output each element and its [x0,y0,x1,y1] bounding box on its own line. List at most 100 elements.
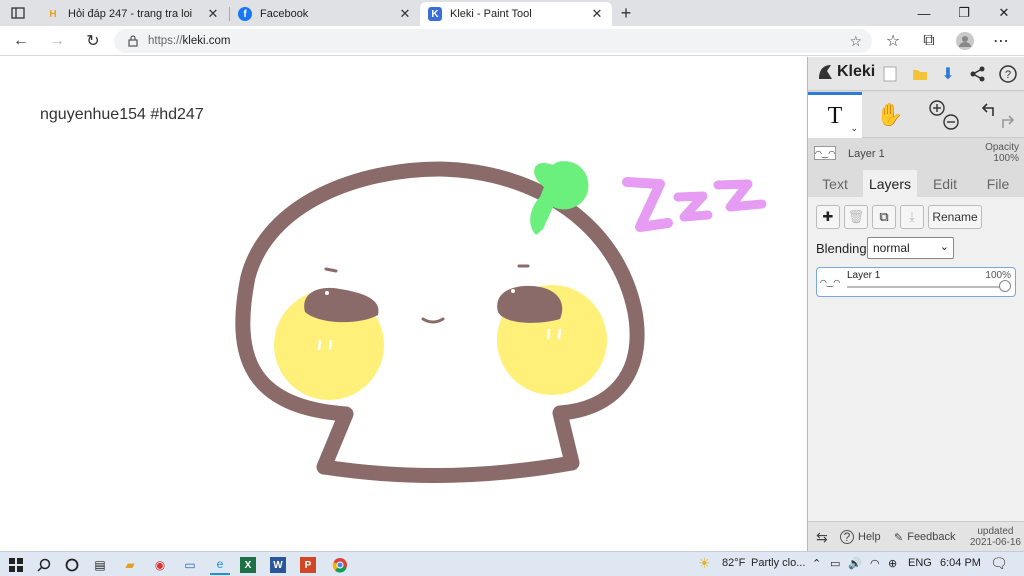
language-icon[interactable]: ⊕ [888,557,897,570]
close-window-icon[interactable]: ✕ [984,0,1024,26]
file-explorer-icon[interactable]: ▰ [120,555,140,575]
delete-layer-button[interactable]: 🗑 [844,205,868,229]
add-layer-button[interactable]: ✚ [816,205,840,229]
share-icon[interactable] [968,64,988,84]
task-view-icon[interactable]: ▤ [90,555,110,575]
notification-icon[interactable]: 🗨 [990,555,1008,572]
tab-title: Hỏi đáp 247 - trang tra loi [68,8,193,20]
left-brow [324,267,338,273]
close-icon[interactable]: ✕ [398,6,412,21]
plus-icon: ✚ [822,209,834,224]
close-icon[interactable]: ✕ [590,6,604,21]
search-icon[interactable] [34,555,54,575]
help-button[interactable]: ? Help [840,522,881,552]
undo-redo-tool[interactable] [972,92,1024,138]
lock-icon[interactable] [126,34,140,48]
zoom-tool[interactable] [918,92,970,138]
minimize-icon[interactable]: — [904,0,944,26]
pen-icon: ✎ [894,531,904,544]
tab-file[interactable]: File [971,170,1024,197]
maximize-icon[interactable]: ❐ [944,0,984,26]
download-icon[interactable]: ⬇ [938,64,958,84]
left-eye-highlight [325,291,329,295]
favorite-star-icon[interactable]: ☆ [849,33,862,50]
help-icon[interactable]: ? [998,64,1018,84]
drawing-artwork [235,161,767,483]
new-tab-button[interactable]: + [616,3,636,23]
collections-icon[interactable]: ⧉ [918,30,940,52]
text-tool[interactable]: T ⌄ [808,92,862,138]
clock[interactable]: 6:04 PM [940,557,981,569]
favorites-icon[interactable]: ☆ [882,30,904,52]
rename-layer-button[interactable]: Rename [928,205,982,229]
tab-layers[interactable]: Layers [863,170,917,197]
tab-actions-icon[interactable] [8,4,28,22]
layer-thumbnail: ◠‿◠ [814,146,836,160]
current-layer-row[interactable]: ◠‿◠ Layer 1 Opacity 100% [808,140,1024,168]
back-icon[interactable]: ← [10,30,32,52]
layer-thumbnail: ◠‿◠ [819,277,841,287]
blending-select[interactable]: normal ⌄ [867,237,954,259]
layer-opacity-slider[interactable] [847,286,1005,288]
cortana-icon[interactable] [62,555,82,575]
chevron-up-icon[interactable]: ⌃ [812,557,821,570]
weather-desc[interactable]: Partly clo... [751,557,805,569]
zoom-icons [929,100,959,130]
desktop-icon[interactable]: ▭ [180,555,200,575]
new-image-icon[interactable] [880,64,900,84]
edge-icon[interactable]: e [210,555,230,575]
drawing-canvas[interactable]: nguyenhue154 #hd247 [0,57,807,551]
kleki-logo-icon [819,65,832,79]
tab-facebook[interactable]: f Facebook ✕ [230,2,420,26]
slider-handle[interactable] [999,280,1011,292]
svg-text:?: ? [1005,69,1011,81]
layer-name: Layer 1 [847,270,881,281]
language-indicator[interactable]: ENG [908,557,932,569]
cheek-sparkle [328,339,333,351]
app-icon[interactable]: ◉ [150,555,170,575]
more-menu-icon[interactable]: ⋯ [990,30,1012,52]
layer-list-item[interactable]: ◠‿◠ Layer 1 100% [816,267,1016,297]
tab-strip: H Hỏi đáp 247 - trang tra loi ✕ f Facebo… [0,0,1024,26]
zzz-letter-3 [713,179,767,212]
address-bar[interactable]: https://kleki.com ☆ [114,29,872,53]
feedback-button[interactable]: ✎ Feedback [894,522,956,552]
right-eye-highlight [511,289,515,293]
tab-kleki[interactable]: K Kleki - Paint Tool ✕ [420,2,612,26]
current-layer-name: Layer 1 [848,148,885,160]
blending-value: normal [873,241,910,255]
panel-header: Kleki ⬇ ? [808,57,1024,91]
panel-footer: ⇆ ? Help ✎ Feedback updated 2021-06-16 [808,521,1024,551]
blending-label: Blending [816,241,867,256]
tab-hoidap247[interactable]: H Hỏi đáp 247 - trang tra loi ✕ [38,2,228,26]
address-toolbar: ← → ↻ https://kleki.com ☆ ☆ ⧉ ⋯ [0,26,1024,56]
excel-icon[interactable]: X [240,557,256,573]
profile-avatar[interactable] [954,30,976,52]
wifi-icon[interactable]: ◠ [870,557,880,570]
battery-icon[interactable]: ▭ [830,557,840,570]
start-windows-icon[interactable] [6,555,26,575]
hand-tool[interactable]: ✋ [864,92,916,138]
duplicate-layer-button[interactable]: ⧉ [872,205,896,229]
left-eye [304,287,379,323]
tab-text[interactable]: Text [808,170,862,197]
cheek-sparkle [546,328,551,340]
cheek-sparkle [317,339,322,351]
tab-edit[interactable]: Edit [918,170,972,197]
open-folder-icon[interactable] [910,64,930,84]
word-icon[interactable]: W [270,557,286,573]
weather-temp[interactable]: 82°F [722,557,745,569]
volume-icon[interactable]: 🔊 [848,557,862,570]
swap-side-icon[interactable]: ⇆ [816,522,828,552]
tool-bar: T ⌄ ✋ [808,92,1024,138]
duplicate-icon: ⧉ [879,209,889,224]
powerpoint-icon[interactable]: P [300,557,316,573]
chevron-down-icon[interactable]: ⌄ [850,123,858,134]
updated-info: updated 2021-06-16 [969,526,1021,548]
close-icon[interactable]: ✕ [206,6,220,21]
chrome-icon[interactable] [330,555,350,575]
refresh-icon[interactable]: ↻ [82,30,104,52]
weather-icon[interactable]: ☀ [698,555,711,572]
merge-layer-button[interactable]: ⤓ [900,205,924,229]
forward-icon[interactable]: → [46,30,68,52]
